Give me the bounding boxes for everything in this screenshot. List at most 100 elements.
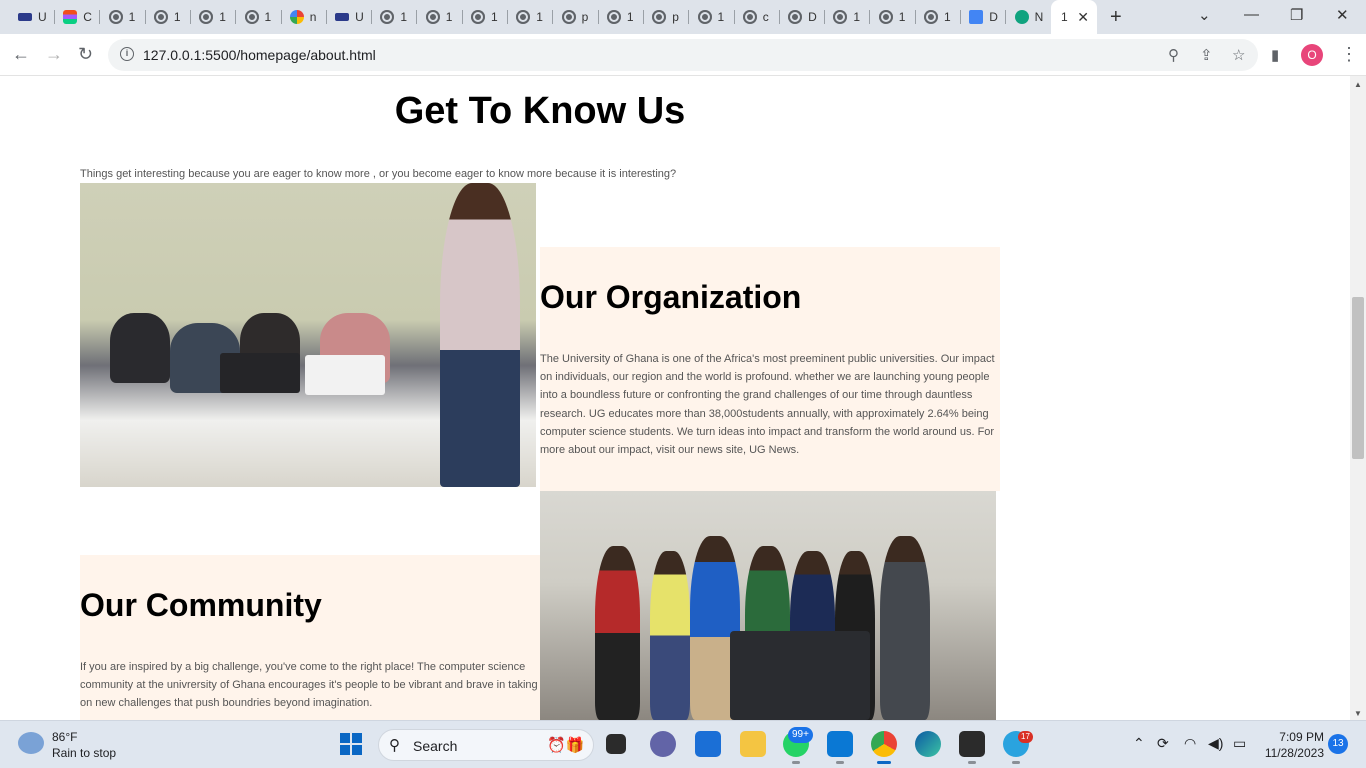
group-photo bbox=[540, 491, 996, 720]
scrollbar-thumb[interactable] bbox=[1352, 297, 1364, 459]
wifi-icon[interactable]: ◠ bbox=[1184, 735, 1196, 752]
new-tab-button[interactable]: + bbox=[1110, 6, 1122, 29]
vscode-icon[interactable] bbox=[827, 731, 853, 764]
menu-icon[interactable]: ⋮ bbox=[1340, 44, 1358, 65]
browser-tab[interactable]: 1 bbox=[237, 4, 282, 30]
browser-tab[interactable]: 1 bbox=[101, 4, 146, 30]
browser-tab[interactable]: 1 bbox=[871, 4, 916, 30]
tab-label: U bbox=[38, 10, 47, 24]
address-bar[interactable]: i 127.0.0.1:5500/homepage/about.html ⚲ ⇪… bbox=[108, 39, 1258, 71]
tab-label: 1 bbox=[400, 10, 408, 24]
globe-icon bbox=[516, 10, 531, 24]
browser-tab[interactable]: U bbox=[10, 4, 55, 30]
tab-label: 1 bbox=[1061, 10, 1068, 24]
share-icon[interactable]: ⇪ bbox=[1200, 46, 1213, 64]
bookmark-star-icon[interactable]: ☆ bbox=[1232, 46, 1245, 64]
site-info-icon[interactable]: i bbox=[120, 47, 134, 61]
tab-label: 1 bbox=[944, 10, 951, 24]
microsoft-store-icon[interactable] bbox=[695, 731, 721, 757]
tab-active[interactable]: 1 ✕ bbox=[1051, 0, 1097, 34]
tab-label: 1 bbox=[128, 10, 136, 24]
browser-tab[interactable]: D bbox=[780, 4, 826, 30]
profile-avatar[interactable]: O bbox=[1301, 44, 1323, 66]
tab-search-icon[interactable]: ⌄ bbox=[1198, 6, 1211, 24]
chrome-icon[interactable] bbox=[871, 731, 897, 764]
search-icon: ⚲ bbox=[389, 737, 400, 754]
globe-icon bbox=[425, 10, 440, 24]
taskbar-search[interactable]: ⚲ Search ⏰🎁 bbox=[378, 729, 594, 761]
organization-card: Our Organization The University of Ghana… bbox=[540, 247, 1000, 491]
browser-tab[interactable]: D bbox=[961, 4, 1007, 30]
docs-icon bbox=[969, 10, 984, 24]
taskbar: 86°F Rain to stop ⚲ Search ⏰🎁 99+ 17 ⌃ ⟳… bbox=[0, 720, 1366, 768]
browser-tab[interactable]: p bbox=[554, 4, 599, 30]
globe-icon bbox=[652, 10, 667, 24]
globe-icon bbox=[788, 10, 803, 24]
browser-tab[interactable]: C bbox=[55, 4, 101, 30]
chatgpt-icon bbox=[1014, 10, 1029, 24]
tab-label: 1 bbox=[626, 10, 634, 24]
tab-label: 1 bbox=[264, 10, 272, 24]
globe-icon bbox=[833, 10, 848, 24]
browser-tab[interactable]: 1 bbox=[463, 4, 508, 30]
battery-icon[interactable]: ▭ bbox=[1233, 735, 1246, 752]
chevron-up-icon[interactable]: ⌃ bbox=[1133, 735, 1145, 752]
back-icon[interactable]: ← bbox=[12, 44, 30, 65]
scroll-up-icon[interactable]: ▲ bbox=[1354, 80, 1362, 89]
terminal-icon[interactable] bbox=[959, 731, 985, 764]
globe-icon bbox=[742, 10, 757, 24]
sync-icon[interactable]: ⟳ bbox=[1157, 735, 1169, 752]
browser-tab[interactable]: p bbox=[644, 4, 690, 30]
classroom-photo bbox=[80, 183, 536, 487]
browser-tab[interactable]: 1 bbox=[690, 4, 735, 30]
weather-rain-icon[interactable] bbox=[18, 732, 44, 754]
side-panel-icon[interactable]: ▮ bbox=[1271, 46, 1279, 64]
volume-icon[interactable]: ◀) bbox=[1208, 735, 1223, 752]
notification-count[interactable]: 13 bbox=[1328, 734, 1348, 754]
search-label: Search bbox=[413, 738, 458, 754]
start-button[interactable] bbox=[340, 733, 362, 755]
close-window-icon[interactable]: ✕ bbox=[1336, 6, 1349, 24]
browser-tab[interactable]: 1 bbox=[372, 4, 418, 30]
browser-tab[interactable]: 1 bbox=[418, 4, 463, 30]
task-view-icon[interactable] bbox=[606, 734, 626, 754]
tab-strip: N D 1 1 1 Dc 1 p 1 p 1 1 1 1 Un 1 1 1 1 C U 1 ✕ + ⌄ — ❐ ✕ bbox=[0, 0, 1366, 34]
clock[interactable]: 7:09 PM 11/28/2023 bbox=[1262, 729, 1324, 761]
browser-tab[interactable]: 1 bbox=[599, 4, 644, 30]
browser-tab[interactable]: 1 bbox=[146, 4, 191, 30]
tab-label: 1 bbox=[491, 10, 498, 24]
browser-tab[interactable]: U bbox=[327, 4, 373, 30]
whatsapp-badge: 99+ bbox=[788, 727, 813, 743]
close-tab-icon[interactable]: ✕ bbox=[1077, 9, 1089, 26]
url-text[interactable]: 127.0.0.1:5500/homepage/about.html bbox=[143, 47, 376, 63]
globe-icon bbox=[108, 10, 123, 24]
browser-tab[interactable]: 1 bbox=[916, 4, 961, 30]
browser-tab[interactable]: 1 bbox=[191, 4, 237, 30]
globe-icon bbox=[471, 10, 485, 24]
browser-tab[interactable]: N bbox=[1007, 4, 1052, 30]
tab-label: 1 bbox=[898, 10, 906, 24]
zoom-icon[interactable]: ⚲ bbox=[1168, 46, 1179, 64]
teams-chat-icon[interactable] bbox=[650, 731, 676, 757]
file-explorer-icon[interactable] bbox=[740, 731, 766, 757]
globe-icon bbox=[244, 10, 259, 24]
reload-icon[interactable]: ↻ bbox=[78, 44, 93, 65]
browser-tab[interactable]: 1 bbox=[825, 4, 871, 30]
browser-tab[interactable]: n bbox=[282, 4, 327, 30]
scroll-down-icon[interactable]: ▼ bbox=[1354, 709, 1362, 718]
browser-tab[interactable]: c bbox=[735, 4, 780, 30]
clock-date: 11/28/2023 bbox=[1264, 746, 1324, 760]
minimize-icon[interactable]: — bbox=[1244, 6, 1259, 23]
weather-temperature[interactable]: 86°F bbox=[52, 730, 77, 744]
tab-label: U bbox=[355, 10, 364, 24]
page-title: Get To Know Us bbox=[394, 90, 686, 132]
globe-icon bbox=[380, 10, 395, 24]
browser-tab[interactable]: 1 bbox=[508, 4, 554, 30]
tab-label: 1 bbox=[536, 10, 543, 24]
edge-icon[interactable] bbox=[915, 731, 941, 757]
tab-label: 1 bbox=[717, 10, 725, 24]
restore-icon[interactable]: ❐ bbox=[1290, 6, 1303, 24]
page-scrollbar[interactable]: ▲ ▼ bbox=[1350, 76, 1366, 720]
weather-description[interactable]: Rain to stop bbox=[52, 746, 116, 760]
forward-icon[interactable]: → bbox=[45, 44, 63, 65]
